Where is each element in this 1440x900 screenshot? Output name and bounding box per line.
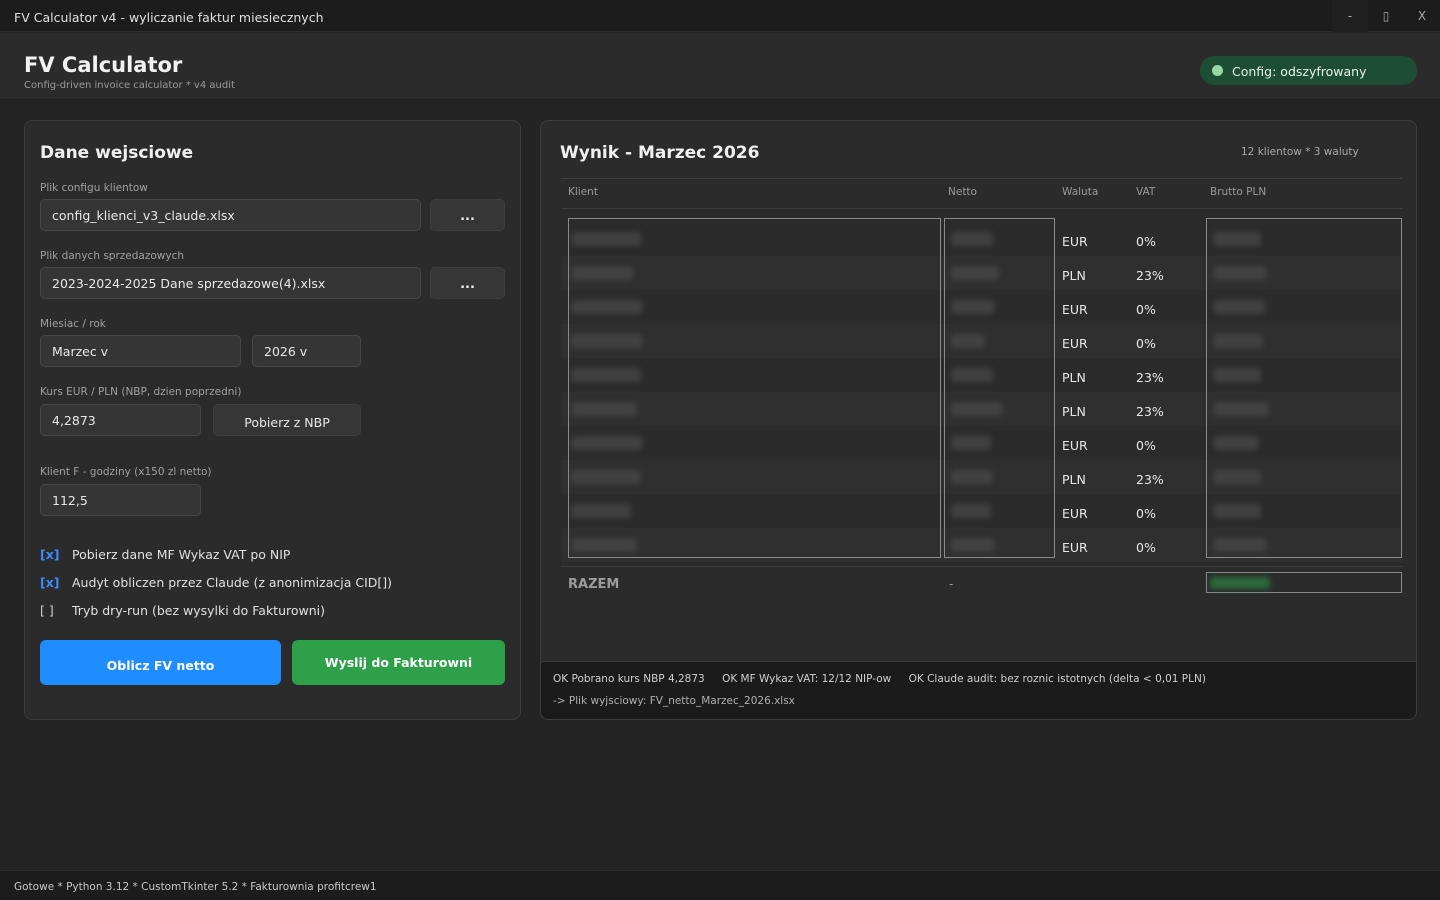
vat-cell: 23% bbox=[1136, 268, 1164, 283]
claude-audit-checkbox[interactable]: [x] Audyt obliczen przez Claude (z anoni… bbox=[40, 575, 480, 593]
exchange-rate-input[interactable]: 4,2873 bbox=[40, 404, 201, 436]
log-line-1: OK Pobrano kurs NBP 4,2873 OK MF Wykaz V… bbox=[553, 673, 1220, 685]
currency-cell: PLN bbox=[1062, 404, 1086, 419]
vat-cell: 0% bbox=[1136, 302, 1156, 317]
dry-run-checkbox[interactable]: [ ] Tryb dry-run (bez wysylki do Fakturo… bbox=[40, 603, 480, 621]
input-panel: Dane wejsciowe Plik configu klientow con… bbox=[24, 120, 521, 720]
total-divider bbox=[561, 566, 1402, 567]
window-controls: - ▯ X bbox=[1332, 0, 1440, 32]
total-netto: - bbox=[949, 577, 954, 591]
vat-cell: 23% bbox=[1136, 370, 1164, 385]
checkbox-mark: [x] bbox=[40, 547, 60, 562]
app-title: FV Calculator bbox=[24, 53, 183, 77]
window-title: FV Calculator v4 - wyliczanie faktur mie… bbox=[14, 10, 324, 25]
table-top-divider bbox=[561, 178, 1402, 179]
total-label: RAZEM bbox=[568, 577, 620, 592]
client-redaction-box bbox=[568, 218, 941, 558]
vat-cell: 0% bbox=[1136, 438, 1156, 453]
result-panel: Wynik - Marzec 2026 12 klientow * 3 walu… bbox=[540, 120, 1417, 720]
redacted-value bbox=[1210, 577, 1270, 589]
config-file-label: Plik configu klientow bbox=[40, 182, 148, 194]
data-browse-button[interactable]: ... bbox=[430, 267, 505, 299]
config-status-text: Config: odszyfrowany bbox=[1232, 64, 1367, 79]
log-area: OK Pobrano kurs NBP 4,2873 OK MF Wykaz V… bbox=[541, 661, 1416, 719]
data-file-label: Plik danych sprzedazowych bbox=[40, 250, 185, 262]
currency-cell: PLN bbox=[1062, 370, 1086, 385]
vat-cell: 0% bbox=[1136, 234, 1156, 249]
table-header-divider bbox=[561, 208, 1402, 209]
config-browse-button[interactable]: ... bbox=[430, 199, 505, 231]
netto-redaction-box bbox=[944, 218, 1055, 558]
vat-cell: 23% bbox=[1136, 472, 1164, 487]
status-text: Gotowe * Python 3.12 * CustomTkinter 5.2… bbox=[14, 881, 377, 893]
checkbox-mark: [ ] bbox=[40, 603, 54, 618]
column-header-brutto: Brutto PLN bbox=[1210, 186, 1267, 198]
brutto-redaction-box bbox=[1206, 218, 1402, 558]
maximize-button[interactable]: ▯ bbox=[1368, 0, 1404, 32]
vat-cell: 0% bbox=[1136, 506, 1156, 521]
period-label: Miesiac / rok bbox=[40, 318, 106, 330]
total-brutto-redacted bbox=[1206, 572, 1402, 593]
window-titlebar: FV Calculator v4 - wyliczanie faktur mie… bbox=[0, 0, 1440, 32]
vat-cell: 23% bbox=[1136, 404, 1164, 419]
log-entry: OK Pobrano kurs NBP 4,2873 bbox=[553, 673, 705, 685]
currency-cell: EUR bbox=[1062, 234, 1088, 249]
currency-cell: EUR bbox=[1062, 506, 1088, 521]
calculate-button[interactable]: Oblicz FV netto bbox=[40, 640, 281, 685]
vat-cell: 0% bbox=[1136, 336, 1156, 351]
fetch-nbp-button[interactable]: Pobierz z NBP bbox=[213, 404, 361, 436]
close-button[interactable]: X bbox=[1404, 0, 1440, 32]
log-line-2: -> Plik wyjsciowy: FV_netto_Marzec_2026.… bbox=[553, 695, 795, 707]
column-header-client: Klient bbox=[568, 186, 598, 198]
checkbox-mark: [x] bbox=[40, 575, 60, 590]
mf-vat-checkbox[interactable]: [x] Pobierz dane MF Wykaz VAT po NIP bbox=[40, 547, 480, 565]
log-entry: OK MF Wykaz VAT: 12/12 NIP-ow bbox=[722, 673, 892, 685]
app-header: FV Calculator Config-driven invoice calc… bbox=[0, 33, 1440, 100]
year-select[interactable]: 2026 v bbox=[252, 335, 361, 367]
column-header-currency: Waluta bbox=[1062, 186, 1099, 198]
input-panel-title: Dane wejsciowe bbox=[40, 143, 194, 163]
currency-cell: PLN bbox=[1062, 472, 1086, 487]
column-header-netto: Netto bbox=[948, 186, 977, 198]
currency-cell: EUR bbox=[1062, 540, 1088, 555]
minimize-button[interactable]: - bbox=[1332, 0, 1368, 32]
config-file-input[interactable]: config_klienci_v3_claude.xlsx bbox=[40, 199, 421, 231]
log-entry: OK Claude audit: bez roznic istotnych (d… bbox=[908, 673, 1206, 685]
currency-cell: PLN bbox=[1062, 268, 1086, 283]
app-subtitle: Config-driven invoice calculator * v4 au… bbox=[24, 80, 235, 91]
data-file-input[interactable]: 2023-2024-2025 Dane sprzedazowe(4).xlsx bbox=[40, 267, 421, 299]
status-bar: Gotowe * Python 3.12 * CustomTkinter 5.2… bbox=[0, 870, 1440, 900]
hours-label: Klient F - godziny (x150 zl netto) bbox=[40, 466, 212, 478]
month-select[interactable]: Marzec v bbox=[40, 335, 241, 367]
currency-cell: EUR bbox=[1062, 336, 1088, 351]
status-dot-icon bbox=[1212, 65, 1223, 76]
currency-cell: EUR bbox=[1062, 438, 1088, 453]
vat-cell: 0% bbox=[1136, 540, 1156, 555]
currency-cell: EUR bbox=[1062, 302, 1088, 317]
result-title: Wynik - Marzec 2026 bbox=[560, 143, 760, 163]
result-meta: 12 klientow * 3 waluty bbox=[1241, 146, 1359, 158]
checkbox-label: Tryb dry-run (bez wysylki do Fakturowni) bbox=[72, 603, 326, 618]
column-header-vat: VAT bbox=[1136, 186, 1156, 198]
send-fakturownia-button[interactable]: Wyslij do Fakturowni bbox=[292, 640, 505, 685]
exchange-rate-label: Kurs EUR / PLN (NBP, dzien poprzedni) bbox=[40, 386, 242, 398]
config-status-badge: Config: odszyfrowany bbox=[1200, 56, 1417, 85]
checkbox-label: Audyt obliczen przez Claude (z anonimiza… bbox=[72, 575, 393, 590]
hours-input[interactable]: 112,5 bbox=[40, 484, 201, 516]
checkbox-label: Pobierz dane MF Wykaz VAT po NIP bbox=[72, 547, 291, 562]
